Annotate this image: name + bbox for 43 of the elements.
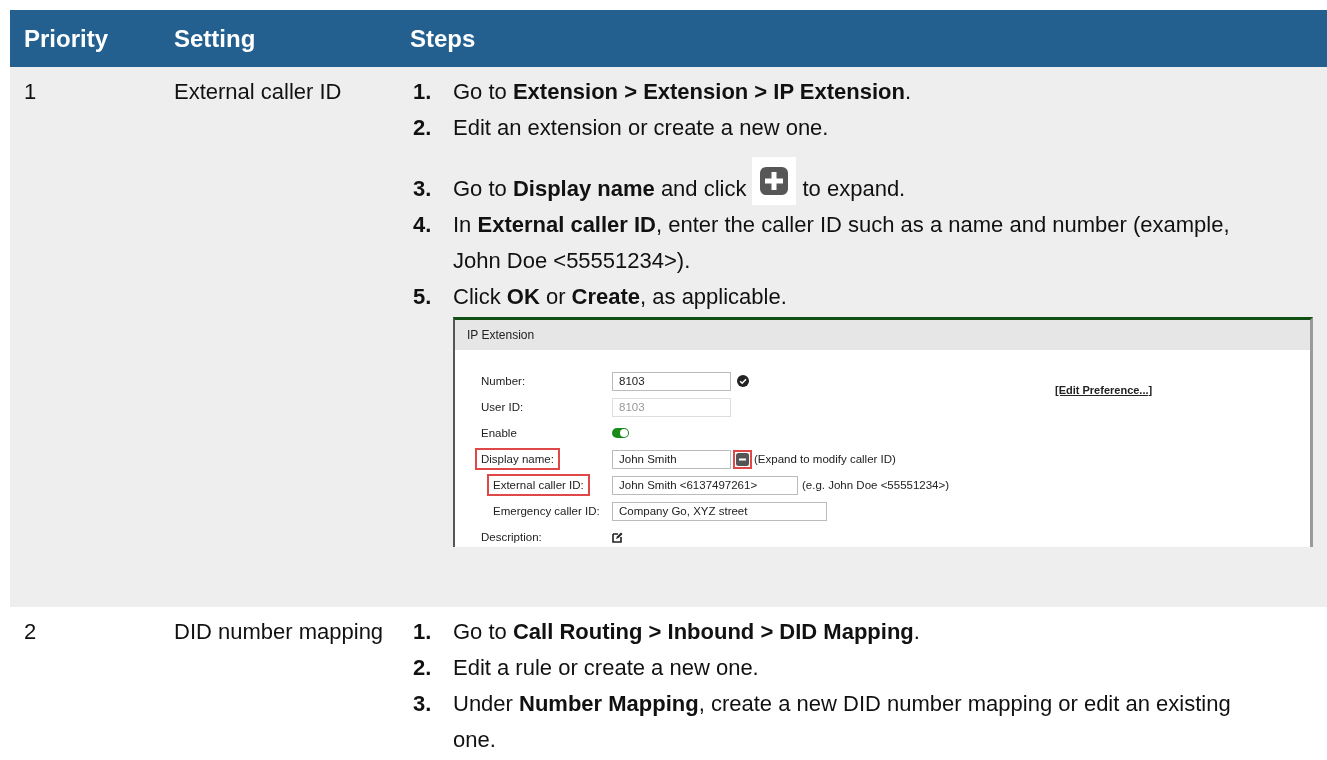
hint-text: (Expand to modify caller ID): [754, 452, 896, 467]
step-text: Go to Display name and click: [453, 176, 747, 201]
collapse-button[interactable]: [735, 451, 750, 467]
step-number: 5.: [413, 283, 433, 311]
table-cell: DID number mapping: [174, 619, 384, 644]
text-field[interactable]: Company Go, XYZ street: [612, 501, 827, 521]
text-field[interactable]: 8103: [612, 371, 731, 391]
text-field[interactable]: John Smith <6137497261>: [612, 475, 798, 495]
edit-icon[interactable]: [612, 531, 623, 543]
step-text: Edit a rule or create a new one.: [453, 655, 759, 680]
step-number: 3.: [413, 175, 433, 203]
step-text: Edit an extension or create a new one.: [453, 115, 829, 140]
hint-text: (e.g. John Doe <55551234>): [802, 478, 950, 493]
text-field[interactable]: John Smith: [612, 449, 731, 469]
step-text: to expand.: [802, 176, 906, 201]
plus-icon: [752, 157, 797, 205]
field-label: Display name:: [478, 451, 557, 467]
field-label: Enable: [481, 427, 517, 439]
field-label: External caller ID:: [490, 477, 587, 493]
column-header: Setting: [174, 24, 256, 53]
step-text: Go to Extension > Extension > IP Extension.: [453, 79, 912, 104]
step-number: 1.: [413, 78, 433, 106]
toggle-switch[interactable]: [612, 428, 629, 438]
step-text: Go to Call Routing > Inbound > DID Mapping.: [453, 619, 920, 644]
field-label: Number:: [481, 375, 526, 387]
step-number: 2.: [413, 114, 433, 142]
step-number: 2.: [413, 654, 433, 682]
field-label: Description:: [481, 531, 542, 543]
table-cell: 1: [24, 79, 37, 104]
field-label: User ID:: [481, 401, 524, 413]
edit-preference-link[interactable]: [Edit Preference...]: [1055, 372, 1153, 408]
step-text: Click OK or Create, as applicable.: [453, 284, 787, 309]
table-cell: 2: [24, 619, 37, 644]
column-header: Steps: [410, 24, 476, 53]
step-number: 4.: [413, 211, 433, 239]
step-number: 1.: [413, 618, 433, 646]
column-header: Priority: [24, 24, 109, 53]
step-text: In External caller ID, enter the caller ID such as a name and number (example, John Doe <55551234>).: [453, 212, 1230, 273]
panel-title: IP Extension: [455, 320, 1310, 350]
field-label: Emergency caller ID:: [493, 505, 600, 517]
step-text: Under Number Mapping, create a new DID number mapping or edit an existing one.: [453, 691, 1231, 752]
table-cell: External caller ID: [174, 79, 342, 104]
step-number: 3.: [413, 690, 433, 718]
